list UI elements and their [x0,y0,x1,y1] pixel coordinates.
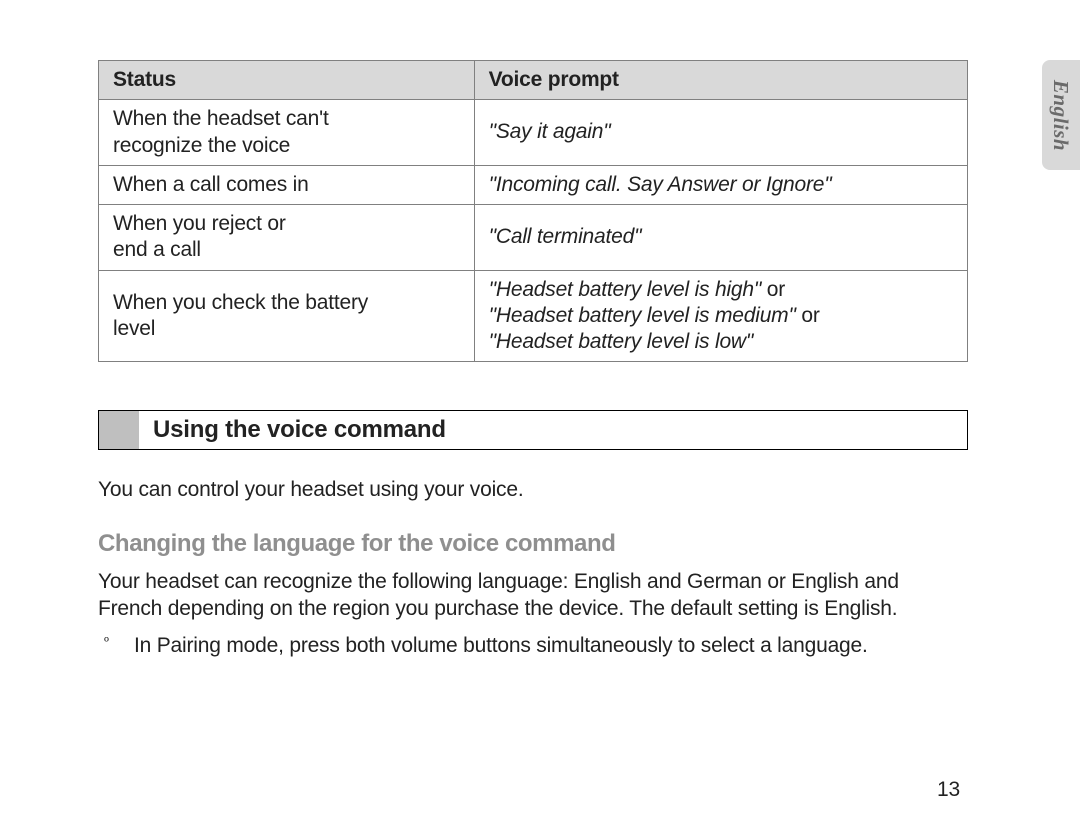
table-header-row: Status Voice prompt [99,61,968,100]
step-marker: º [98,632,134,655]
text: or [796,304,820,327]
text: "Call terminated" [489,225,642,248]
cell-status: When a call comes in [99,165,475,204]
text: "Headset battery level is low" [489,330,754,353]
text: end a call [113,238,201,261]
table-row: When a call comes in "Incoming call. Say… [99,165,968,204]
text: When you reject or [113,212,286,235]
text: When the headset can't [113,107,329,130]
table-row: When the headset can't recognize the voi… [99,100,968,166]
page-content: Status Voice prompt When the headset can… [98,60,968,659]
text: "Headset battery level is high" [489,278,762,301]
text: "Headset battery level is medium" [489,304,796,327]
page-number: 13 [937,778,960,802]
text: When you check the battery [113,291,368,314]
language-side-tab-label: English [1049,79,1074,150]
cell-prompt: "Say it again" [474,100,967,166]
cell-prompt: "Call terminated" [474,205,967,271]
intro-text: You can control your headset using your … [98,476,968,503]
text: level [113,317,155,340]
language-side-tab: English [1042,60,1080,170]
text: When a call comes in [113,173,309,196]
text: "Say it again" [489,120,611,143]
text: or [761,278,785,301]
sub-heading: Changing the language for the voice comm… [98,530,968,558]
cell-status: When the headset can't recognize the voi… [99,100,475,166]
text: "Incoming call. Say Answer or Ignore" [489,173,832,196]
section-heading-title: Using the voice command [139,411,446,449]
cell-status: When you check the battery level [99,270,475,362]
voice-prompt-table: Status Voice prompt When the headset can… [98,60,968,362]
header-voice-prompt: Voice prompt [474,61,967,100]
table-row: When you reject or end a call "Call term… [99,205,968,271]
table-row: When you check the battery level "Headse… [99,270,968,362]
cell-prompt: "Headset battery level is high" or "Head… [474,270,967,362]
step-text: In Pairing mode, press both volume butto… [134,632,868,659]
cell-status: When you reject or end a call [99,205,475,271]
text: recognize the voice [113,134,290,157]
header-status: Status [99,61,475,100]
paragraph-text: Your headset can recognize the following… [98,568,968,623]
section-heading: Using the voice command [98,410,968,450]
step-row: º In Pairing mode, press both volume but… [98,632,968,659]
heading-accent-block [99,411,139,449]
cell-prompt: "Incoming call. Say Answer or Ignore" [474,165,967,204]
